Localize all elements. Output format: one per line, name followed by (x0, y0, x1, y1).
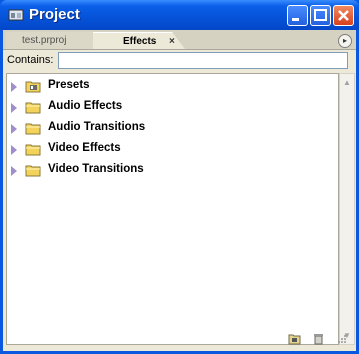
folder-icon (25, 165, 41, 177)
preset-folder-icon (25, 81, 41, 93)
tree-item-video-effects[interactable]: Video Effects (11, 141, 331, 159)
folder-icon (25, 102, 41, 114)
maximize-icon (314, 9, 327, 21)
folder-icon (25, 123, 41, 135)
tree-item-presets[interactable]: Presets (11, 78, 331, 96)
minimize-button[interactable] (287, 5, 308, 26)
expand-arrow-icon[interactable] (11, 124, 17, 134)
new-custom-bin-icon[interactable] (288, 333, 301, 345)
close-icon (338, 10, 349, 21)
tree-item-audio-effects[interactable]: Audio Effects (11, 99, 331, 117)
expand-arrow-icon[interactable] (11, 145, 17, 155)
expand-arrow-icon[interactable] (11, 103, 17, 113)
tree-item-label: Audio Transitions (48, 121, 146, 133)
effects-tree: Presets Audio Effects Audio Transitions (6, 73, 339, 345)
tree-item-label: Audio Effects (48, 100, 123, 112)
tree-item-label: Video Effects (48, 142, 121, 154)
tab-close-icon[interactable]: × (169, 33, 175, 49)
close-window-button[interactable] (333, 5, 354, 26)
project-window-icon (8, 9, 24, 21)
maximize-button[interactable] (310, 5, 331, 26)
tab-test-prproj[interactable]: test.prproj (6, 32, 94, 49)
tree-item-label: Video Transitions (48, 163, 144, 175)
tab-strip: test.prproj Effects × ▸ (3, 30, 356, 50)
search-row: Contains: (3, 50, 356, 72)
resize-grip-icon[interactable] (337, 333, 347, 345)
delete-icon[interactable] (312, 333, 325, 345)
panel-body: test.prproj Effects × ▸ Contains: Preset… (3, 30, 356, 351)
tree-item-audio-transitions[interactable]: Audio Transitions (11, 120, 331, 138)
tab-effects-label: Effects (123, 36, 157, 47)
project-window: Project test.prproj Effects × ▸ Contains… (0, 0, 359, 354)
tab-effects[interactable]: Effects × (93, 32, 185, 49)
folder-icon (25, 144, 41, 156)
panel-menu-button[interactable]: ▸ (338, 34, 352, 48)
window-title: Project (29, 6, 80, 23)
tree-item-video-transitions[interactable]: Video Transitions (11, 162, 331, 180)
panel-menu-icon: ▸ (342, 36, 347, 45)
title-bar[interactable]: Project (0, 0, 359, 30)
contains-search-input[interactable] (58, 52, 348, 69)
expand-arrow-icon[interactable] (11, 82, 17, 92)
vertical-scrollbar[interactable]: ▲ ▼ (339, 73, 355, 345)
search-label: Contains: (7, 54, 54, 66)
tree-item-label: Presets (48, 79, 90, 91)
expand-arrow-icon[interactable] (11, 166, 17, 176)
minimize-icon (292, 18, 299, 21)
scroll-up-icon[interactable]: ▲ (341, 76, 353, 89)
